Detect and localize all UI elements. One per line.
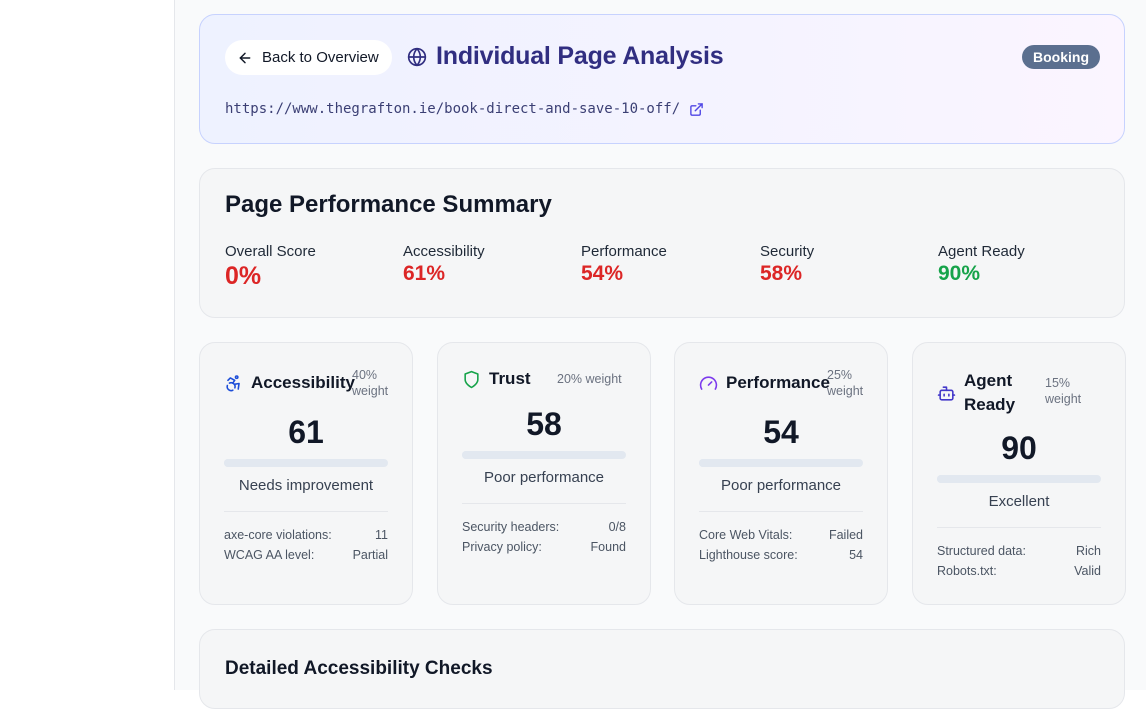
summary-label: Performance — [581, 243, 667, 260]
summary-value: 90% — [938, 262, 981, 285]
summary-value: 0% — [225, 262, 262, 290]
sidebar — [0, 0, 175, 690]
score-progress-fill — [937, 475, 1085, 483]
card-detail-row: Security headers: 0/8 — [462, 520, 626, 534]
card-status: Poor performance — [483, 469, 605, 486]
page-header-card: Back to Overview Individual Page Analysi… — [199, 14, 1125, 144]
summary-value: 58% — [760, 262, 803, 285]
globe-icon — [407, 47, 427, 66]
agent-ready-score-card: Agent Ready 15% weight 90 Excellent Stru… — [912, 342, 1126, 605]
page-type-badge: Booking — [1022, 45, 1100, 69]
detail-label: axe-core violations: — [224, 528, 332, 542]
card-score: 61 — [288, 414, 324, 450]
summary-overall-score: Overall Score 0% — [225, 243, 316, 291]
card-divider — [224, 511, 388, 512]
detailed-accessibility-checks-card: Detailed Accessibility Checks — [199, 629, 1125, 709]
card-status: Excellent — [988, 493, 1050, 510]
card-title: Trust — [489, 369, 531, 388]
card-score: 58 — [526, 406, 562, 442]
gauge-icon — [699, 375, 718, 390]
shield-icon — [464, 370, 479, 388]
score-progress-bar — [937, 475, 1101, 483]
card-weight: 20% weight — [557, 372, 622, 386]
back-button-label: Back to Overview — [262, 49, 379, 66]
card-title: Accessibility — [251, 373, 355, 392]
detail-value: Partial — [352, 548, 388, 562]
card-divider — [937, 527, 1101, 528]
detail-value: 54 — [849, 548, 863, 562]
summary-label: Overall Score — [225, 243, 316, 260]
detail-value: Valid — [1074, 564, 1101, 578]
card-score: 54 — [763, 414, 799, 450]
details-title: Detailed Accessibility Checks — [225, 658, 493, 679]
card-detail-row: WCAG AA level: Partial — [224, 548, 388, 562]
score-progress-fill — [462, 451, 558, 459]
page-title: Individual Page Analysis — [436, 42, 724, 70]
card-score: 90 — [1001, 430, 1037, 466]
card-title: Performance — [726, 373, 830, 392]
detail-label: Core Web Vitals: — [699, 528, 793, 542]
card-weight: 25% weight — [827, 368, 864, 398]
summary-security: Security 58% — [760, 243, 814, 286]
detail-label: Robots.txt: — [937, 564, 997, 578]
summary-accessibility: Accessibility 61% — [403, 243, 485, 286]
card-status: Poor performance — [720, 477, 842, 494]
score-progress-bar — [224, 459, 388, 467]
card-divider — [699, 511, 863, 512]
card-status: Needs improvement — [238, 477, 374, 494]
card-title: Agent Ready — [964, 371, 1016, 414]
detail-value: Rich — [1075, 544, 1101, 558]
page-title-row: Individual Page Analysis — [407, 42, 724, 71]
summary-performance: Performance 54% — [581, 243, 667, 286]
summary-label: Agent Ready — [938, 243, 1025, 260]
detail-label: Structured data: — [937, 544, 1026, 558]
summary-agent-ready: Agent Ready 90% — [938, 243, 1025, 286]
detail-label: WCAG AA level: — [224, 548, 315, 562]
detail-label: Lighthouse score: — [699, 548, 798, 562]
detail-value: 11 — [375, 528, 388, 542]
card-detail-row: axe-core violations: 11 — [224, 528, 388, 542]
page-url-row: https://www.thegrafton.ie/book-direct-an… — [225, 101, 704, 117]
detail-label: Privacy policy: — [462, 540, 542, 554]
summary-title: Page Performance Summary — [225, 191, 552, 218]
score-progress-bar — [699, 459, 863, 467]
accessibility-score-card: Accessibility 40% weight 61 Needs improv… — [199, 342, 413, 605]
summary-label: Security — [760, 243, 815, 260]
card-header: Accessibility — [224, 373, 355, 393]
card-header: Agent Ready — [937, 369, 1024, 417]
detail-value: Failed — [828, 528, 863, 542]
card-header: Performance — [699, 373, 830, 393]
card-detail-row: Robots.txt: Valid — [937, 564, 1101, 578]
page-url: https://www.thegrafton.ie/book-direct-an… — [225, 101, 681, 117]
performance-score-card: Performance 25% weight 54 Poor performan… — [674, 342, 888, 605]
card-divider — [462, 503, 626, 504]
card-detail-row: Structured data: Rich — [937, 544, 1101, 558]
summary-value: 54% — [581, 262, 624, 285]
accessibility-icon — [226, 374, 240, 391]
back-to-overview-button[interactable]: Back to Overview — [225, 40, 392, 75]
bot-icon — [937, 385, 956, 401]
card-detail-row: Core Web Vitals: Failed — [699, 528, 863, 542]
detail-label: Security headers: — [462, 520, 560, 534]
card-weight: 40% weight — [352, 368, 389, 398]
score-progress-fill — [224, 459, 325, 467]
score-progress-bar — [462, 451, 626, 459]
detail-value: 0/8 — [608, 520, 626, 534]
main-content: Back to Overview Individual Page Analysi… — [175, 0, 1146, 709]
summary-label: Accessibility — [403, 243, 485, 260]
card-header: Trust — [462, 369, 531, 389]
performance-summary-card: Page Performance Summary Overall Score 0… — [199, 168, 1125, 318]
external-link-icon[interactable] — [689, 102, 704, 117]
detail-value: Found — [590, 540, 626, 554]
arrow-left-icon — [239, 52, 251, 63]
card-detail-row: Privacy policy: Found — [462, 540, 626, 554]
score-progress-fill — [699, 459, 788, 467]
card-weight: 15% weight — [1045, 376, 1082, 406]
card-detail-row: Lighthouse score: 54 — [699, 548, 863, 562]
trust-score-card: Trust 20% weight 58 Poor performance Sec… — [437, 342, 651, 605]
summary-value: 61% — [403, 262, 446, 285]
